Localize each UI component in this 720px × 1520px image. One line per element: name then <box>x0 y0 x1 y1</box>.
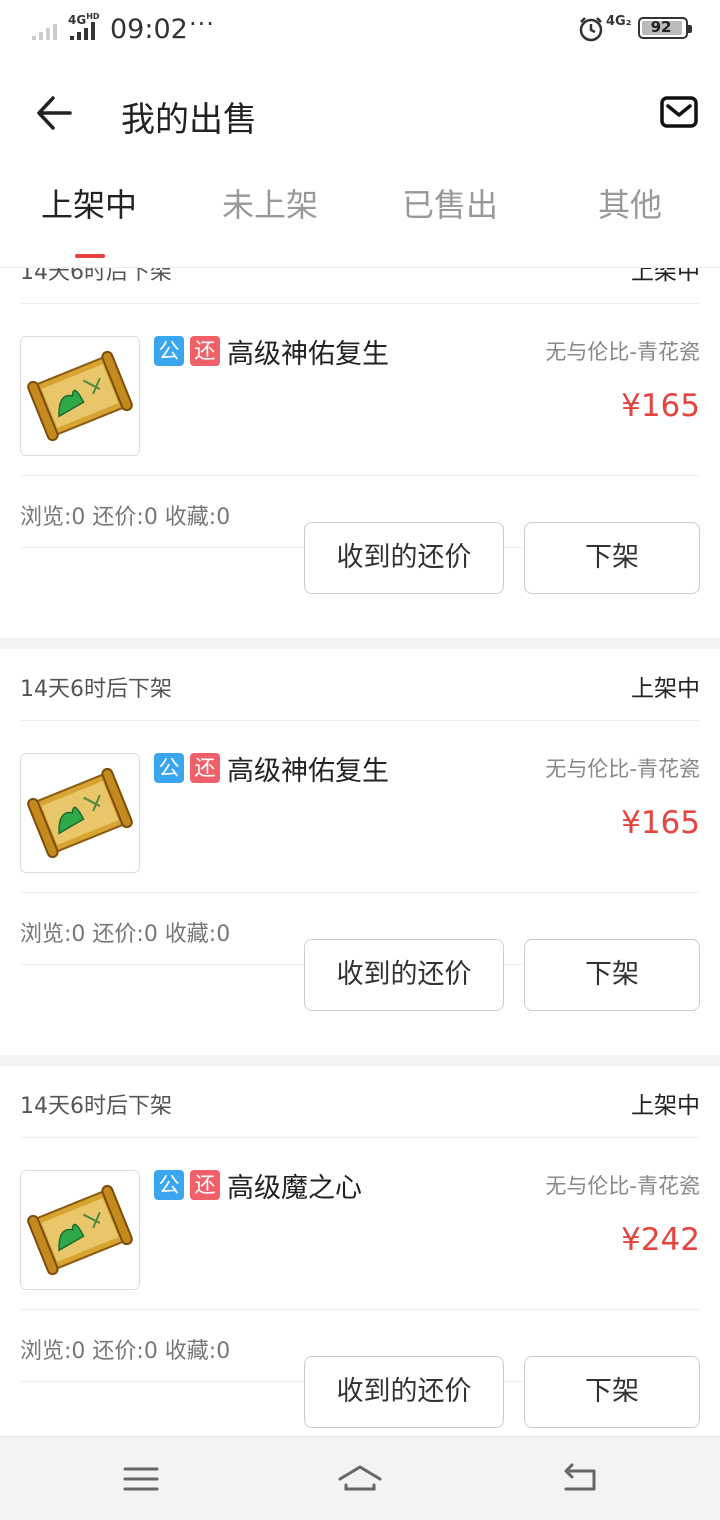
app-header: 我的出售 <box>0 58 720 170</box>
server-name: 无与伦比-青花瓷 <box>545 1174 700 1198</box>
item-name: 高级神佑复生 <box>227 339 389 370</box>
tab-unlisted[interactable]: 未上架 <box>200 180 340 226</box>
system-nav-bar <box>0 1436 720 1520</box>
scroll-item-icon <box>20 1170 140 1290</box>
card-header: 14天6时后下架 上架中 <box>20 649 700 721</box>
delist-button[interactable]: 下架 <box>524 939 700 1011</box>
public-tag: 公 <box>154 753 184 783</box>
tab-bar: 上架中 未上架 已售出 其他 <box>0 170 720 268</box>
stats-text: 浏览:0 还价:0 收藏:0 <box>20 505 231 530</box>
delist-button[interactable]: 下架 <box>524 522 700 594</box>
status-bar: 4GHD 09:02 ··· 4G₂ 92 <box>0 0 720 58</box>
envelope-icon[interactable] <box>660 96 698 128</box>
received-offers-button[interactable]: 收到的还价 <box>304 522 504 594</box>
return-icon[interactable] <box>560 1459 600 1499</box>
listing-card: 14天6时后下架 上架中 公 还 高级神佑复生 无与伦比-青花瓷 ¥165 浏览… <box>0 649 720 1055</box>
clock-time: 09:02 <box>110 14 188 45</box>
signal-strong-icon <box>70 22 95 40</box>
card-header: 14天6时后下架 上架中 <box>20 268 700 304</box>
stats-text: 浏览:0 还价:0 收藏:0 <box>20 922 231 947</box>
item-price: ¥165 <box>621 388 700 424</box>
more-notifications-icon: ··· <box>189 10 215 38</box>
bargain-tag: 还 <box>190 753 220 783</box>
listing-status: 上架中 <box>631 1093 700 1119</box>
network-type-2: 4G₂ <box>606 14 632 29</box>
page-title: 我的出售 <box>121 100 257 140</box>
item-info[interactable]: 公 还 高级神佑复生 无与伦比-青花瓷 ¥165 <box>20 304 700 476</box>
item-name: 高级魔之心 <box>227 1173 362 1204</box>
bargain-tag: 还 <box>190 1170 220 1200</box>
active-tab-indicator <box>75 254 105 258</box>
battery-level: 92 <box>650 18 672 36</box>
server-name: 无与伦比-青花瓷 <box>545 757 700 781</box>
listing-status: 上架中 <box>631 268 700 285</box>
menu-icon[interactable] <box>121 1459 161 1499</box>
scroll-item-icon <box>20 753 140 873</box>
item-info[interactable]: 公 还 高级魔之心 无与伦比-青花瓷 ¥242 <box>20 1138 700 1310</box>
item-price: ¥242 <box>621 1222 700 1258</box>
server-name: 无与伦比-青花瓷 <box>545 340 700 364</box>
signal-weak-icon <box>32 24 57 40</box>
expire-time: 14天6时后下架 <box>20 677 172 702</box>
battery-icon: 92 <box>638 17 692 39</box>
listing-list[interactable]: 14天6时后下架 上架中 公 还 高级神佑复生 无与伦比-青花瓷 ¥165 浏览… <box>0 268 720 1436</box>
received-offers-button[interactable]: 收到的还价 <box>304 1356 504 1428</box>
card-header: 14天6时后下架 上架中 <box>20 1066 700 1138</box>
listing-card: 14天6时后下架 上架中 公 还 高级魔之心 无与伦比-青花瓷 ¥242 浏览:… <box>0 1066 720 1436</box>
tab-other[interactable]: 其他 <box>560 180 700 226</box>
item-name: 高级神佑复生 <box>227 756 389 787</box>
expire-time: 14天6时后下架 <box>20 268 172 285</box>
tab-listed[interactable]: 上架中 <box>19 180 159 226</box>
item-info[interactable]: 公 还 高级神佑复生 无与伦比-青花瓷 ¥165 <box>20 721 700 893</box>
public-tag: 公 <box>154 336 184 366</box>
received-offers-button[interactable]: 收到的还价 <box>304 939 504 1011</box>
alarm-icon <box>579 17 603 42</box>
stats-text: 浏览:0 还价:0 收藏:0 <box>20 1339 231 1364</box>
arrow-left-icon[interactable] <box>34 92 76 134</box>
bargain-tag: 还 <box>190 336 220 366</box>
scroll-item-icon <box>20 336 140 456</box>
listing-card: 14天6时后下架 上架中 公 还 高级神佑复生 无与伦比-青花瓷 ¥165 浏览… <box>0 268 720 638</box>
tab-sold[interactable]: 已售出 <box>380 180 520 226</box>
public-tag: 公 <box>154 1170 184 1200</box>
item-price: ¥165 <box>621 805 700 841</box>
listing-status: 上架中 <box>631 676 700 702</box>
home-icon[interactable] <box>336 1459 384 1499</box>
expire-time: 14天6时后下架 <box>20 1094 172 1119</box>
delist-button[interactable]: 下架 <box>524 1356 700 1428</box>
